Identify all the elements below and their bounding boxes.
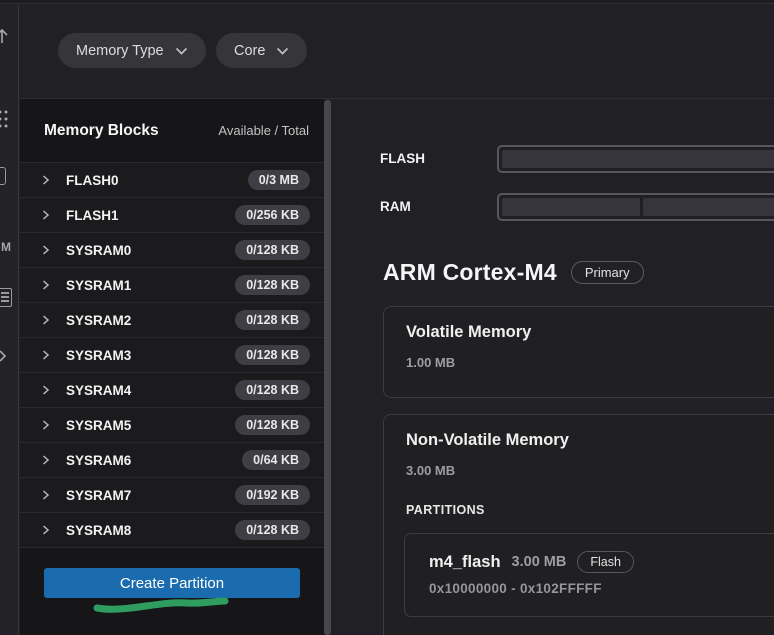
volatile-card-size: 1.00 MB xyxy=(406,355,455,370)
memory-usage-badge: 0/128 KB xyxy=(235,415,310,435)
memory-block-name: SYSRAM5 xyxy=(66,418,235,433)
memory-block-name: SYSRAM1 xyxy=(66,278,235,293)
memory-block-row[interactable]: SYSRAM7 0/192 KB xyxy=(20,478,324,513)
memory-block-row[interactable]: SYSRAM1 0/128 KB xyxy=(20,268,324,303)
chevron-right-icon[interactable] xyxy=(0,349,8,368)
memory-block-name: SYSRAM3 xyxy=(66,348,235,363)
memory-block-row[interactable]: SYSRAM5 0/128 KB xyxy=(20,408,324,443)
m-label-icon[interactable]: M xyxy=(1,240,11,254)
partition-name: m4_flash xyxy=(429,553,501,572)
chevron-down-icon xyxy=(276,43,289,59)
partition-size: 3.00 MB xyxy=(512,554,567,570)
memory-block-row[interactable]: SYSRAM6 0/64 KB xyxy=(20,443,324,478)
memory-block-name: SYSRAM0 xyxy=(66,243,235,258)
memory-type-dropdown[interactable]: Memory Type xyxy=(58,33,206,68)
memory-usage-badge: 0/192 KB xyxy=(235,485,310,505)
memory-block-row[interactable]: SYSRAM2 0/128 KB xyxy=(20,303,324,338)
app-window: M Memory Type Core Memory Blocks Availab… xyxy=(0,0,774,635)
memory-block-name: SYSRAM6 xyxy=(66,453,242,468)
nonvolatile-memory-card: Non-Volatile Memory 3.00 MB PARTITIONS m… xyxy=(383,414,774,635)
memory-block-name: FLASH1 xyxy=(66,208,235,223)
available-total-label: Available / Total xyxy=(218,123,309,138)
left-icon-rail: M xyxy=(0,5,19,635)
memory-usage-badge: 0/128 KB xyxy=(235,310,310,330)
memory-block-row[interactable]: SYSRAM8 0/128 KB xyxy=(20,513,324,548)
expand-chevron-icon xyxy=(40,454,52,466)
volatile-card-title: Volatile Memory xyxy=(406,323,531,342)
memory-block-name: SYSRAM2 xyxy=(66,313,235,328)
memory-blocks-panel: Memory Blocks Available / Total FLASH0 0… xyxy=(20,99,324,635)
expand-chevron-icon xyxy=(40,279,52,291)
expand-chevron-icon xyxy=(40,209,52,221)
memory-usage-badge: 0/64 KB xyxy=(242,450,310,470)
core-dropdown-label: Core xyxy=(234,43,265,59)
ram-bar-label: RAM xyxy=(380,193,411,221)
core-dropdown[interactable]: Core xyxy=(216,33,307,68)
memory-usage-badge: 0/256 KB xyxy=(235,205,310,225)
expand-chevron-icon xyxy=(40,349,52,361)
nonvolatile-card-size: 3.00 MB xyxy=(406,463,455,478)
expand-chevron-icon xyxy=(40,384,52,396)
core-heading: ARM Cortex-M4 Primary xyxy=(383,259,644,286)
panel-scrollbar[interactable] xyxy=(324,100,331,635)
memory-block-row[interactable]: SYSRAM4 0/128 KB xyxy=(20,373,324,408)
ram-bar-segment xyxy=(643,198,774,216)
memory-usage-badge: 0/128 KB xyxy=(235,240,310,260)
memory-block-row[interactable]: SYSRAM0 0/128 KB xyxy=(20,233,324,268)
ram-bar-segment xyxy=(502,198,640,216)
memory-block-row[interactable]: FLASH1 0/256 KB xyxy=(20,198,324,233)
primary-badge: Primary xyxy=(571,261,644,284)
memory-blocks-header: Memory Blocks Available / Total xyxy=(20,99,324,163)
memory-block-name: FLASH0 xyxy=(66,173,248,188)
memory-block-name: SYSRAM4 xyxy=(66,383,235,398)
bracket-icon[interactable] xyxy=(0,167,6,185)
memory-usage-badge: 0/128 KB xyxy=(235,275,310,295)
partition-address-range: 0x10000000 - 0x102FFFFF xyxy=(429,581,602,596)
nonvolatile-card-title: Non-Volatile Memory xyxy=(406,431,569,450)
document-icon[interactable] xyxy=(0,288,12,307)
ram-usage-bar xyxy=(497,193,774,221)
memory-type-dropdown-label: Memory Type xyxy=(76,43,164,59)
window-top-edge xyxy=(0,0,774,4)
memory-block-row[interactable]: FLASH0 0/3 MB xyxy=(20,163,324,198)
memory-usage-badge: 0/128 KB xyxy=(235,380,310,400)
grip-dots-icon[interactable] xyxy=(0,108,10,135)
partition-title-row: m4_flash 3.00 MB Flash xyxy=(429,551,634,573)
core-title: ARM Cortex-M4 xyxy=(383,259,557,286)
panel-title: Memory Blocks xyxy=(44,122,159,140)
expand-chevron-icon xyxy=(40,174,52,186)
memory-block-list: FLASH0 0/3 MB FLASH1 0/256 KB SYSRAM0 0/… xyxy=(20,163,324,548)
arrow-up-icon[interactable] xyxy=(0,27,10,50)
create-partition-button[interactable]: Create Partition xyxy=(44,568,300,598)
flash-bar-label: FLASH xyxy=(380,145,425,173)
expand-chevron-icon xyxy=(40,489,52,501)
chevron-down-icon xyxy=(175,43,188,59)
partition-type-badge: Flash xyxy=(577,551,634,573)
expand-chevron-icon xyxy=(40,419,52,431)
expand-chevron-icon xyxy=(40,314,52,326)
memory-usage-badge: 0/3 MB xyxy=(248,170,310,190)
memory-block-name: SYSRAM7 xyxy=(66,488,235,503)
memory-usage-badge: 0/128 KB xyxy=(235,345,310,365)
flash-usage-bar xyxy=(497,145,774,173)
memory-block-name: SYSRAM8 xyxy=(66,523,235,538)
partition-card[interactable]: m4_flash 3.00 MB Flash 0x10000000 - 0x10… xyxy=(404,533,774,617)
volatile-memory-card: Volatile Memory 1.00 MB xyxy=(383,306,774,398)
memory-usage-badge: 0/128 KB xyxy=(235,520,310,540)
memory-usage-main: FLASH RAM ARM Cortex-M4 Primary Volatile… xyxy=(332,99,774,635)
expand-chevron-icon xyxy=(40,244,52,256)
partitions-section-label: PARTITIONS xyxy=(406,503,485,517)
expand-chevron-icon xyxy=(40,524,52,536)
memory-block-row[interactable]: SYSRAM3 0/128 KB xyxy=(20,338,324,373)
flash-bar-segment xyxy=(502,150,774,168)
filter-toolbar: Memory Type Core xyxy=(20,5,774,98)
